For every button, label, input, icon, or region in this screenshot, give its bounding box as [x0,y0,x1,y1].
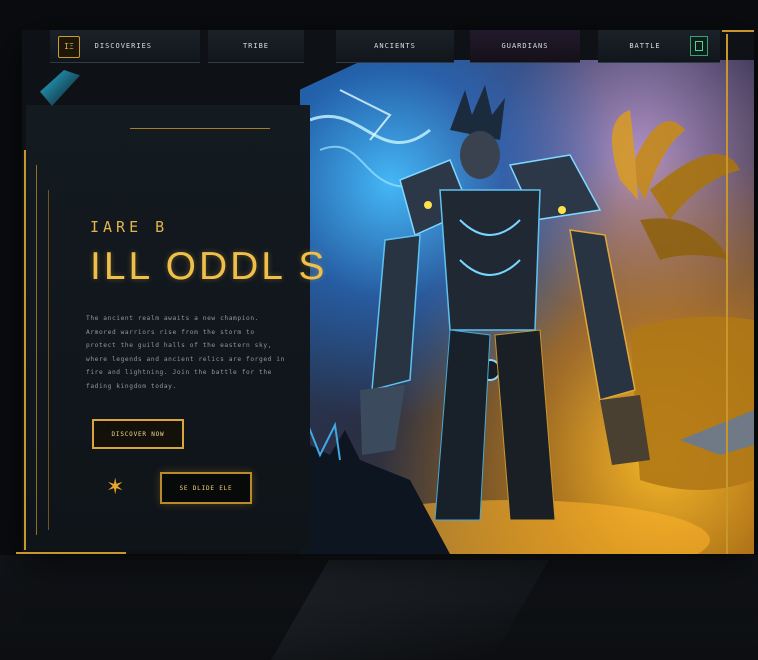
frame-line [722,30,754,32]
discover-button-label: DISCOVER NOW [111,430,165,438]
warrior-illustration [300,85,754,554]
discover-button[interactable]: DISCOVER NOW [92,419,184,449]
frame-line [36,165,37,535]
nav-tab-ancients[interactable]: ANCIENTS [336,30,454,63]
nav-tab-label: BATTLE [629,42,661,50]
nav-tab-guardians[interactable]: GUARDIANS [470,30,580,63]
nav-tab-label: GUARDIANS [501,42,549,50]
star-sparkle-icon: ✶ [106,475,125,500]
hero-description: The ancient realm awaits a new champion.… [86,315,285,390]
frame-line [24,150,26,550]
hero-eyebrow: IARE B [90,218,169,236]
frame-line [726,34,728,554]
top-nav: DISCOVERIES IΞ TRIBE ANCIENTS GUARDIANS … [50,30,720,63]
guild-emblem-icon[interactable]: IΞ [58,36,80,58]
nav-tab-tribe[interactable]: TRIBE [208,30,304,63]
nav-tab-label: TRIBE [242,42,270,50]
nav-tab-label: ANCIENTS [374,42,416,50]
secondary-cta-button[interactable]: SE DLIDE ELE [160,472,252,504]
secondary-cta-label: SE DLIDE ELE [179,484,233,492]
frame-line [16,552,126,554]
nav-tab-label: DISCOVERIES [94,42,152,50]
frame-line [130,128,270,129]
hero-headline: ILL ODDL S [90,245,328,288]
menu-box-icon[interactable] [690,36,708,56]
frame-line [48,190,49,530]
hero-artwork [300,60,754,554]
